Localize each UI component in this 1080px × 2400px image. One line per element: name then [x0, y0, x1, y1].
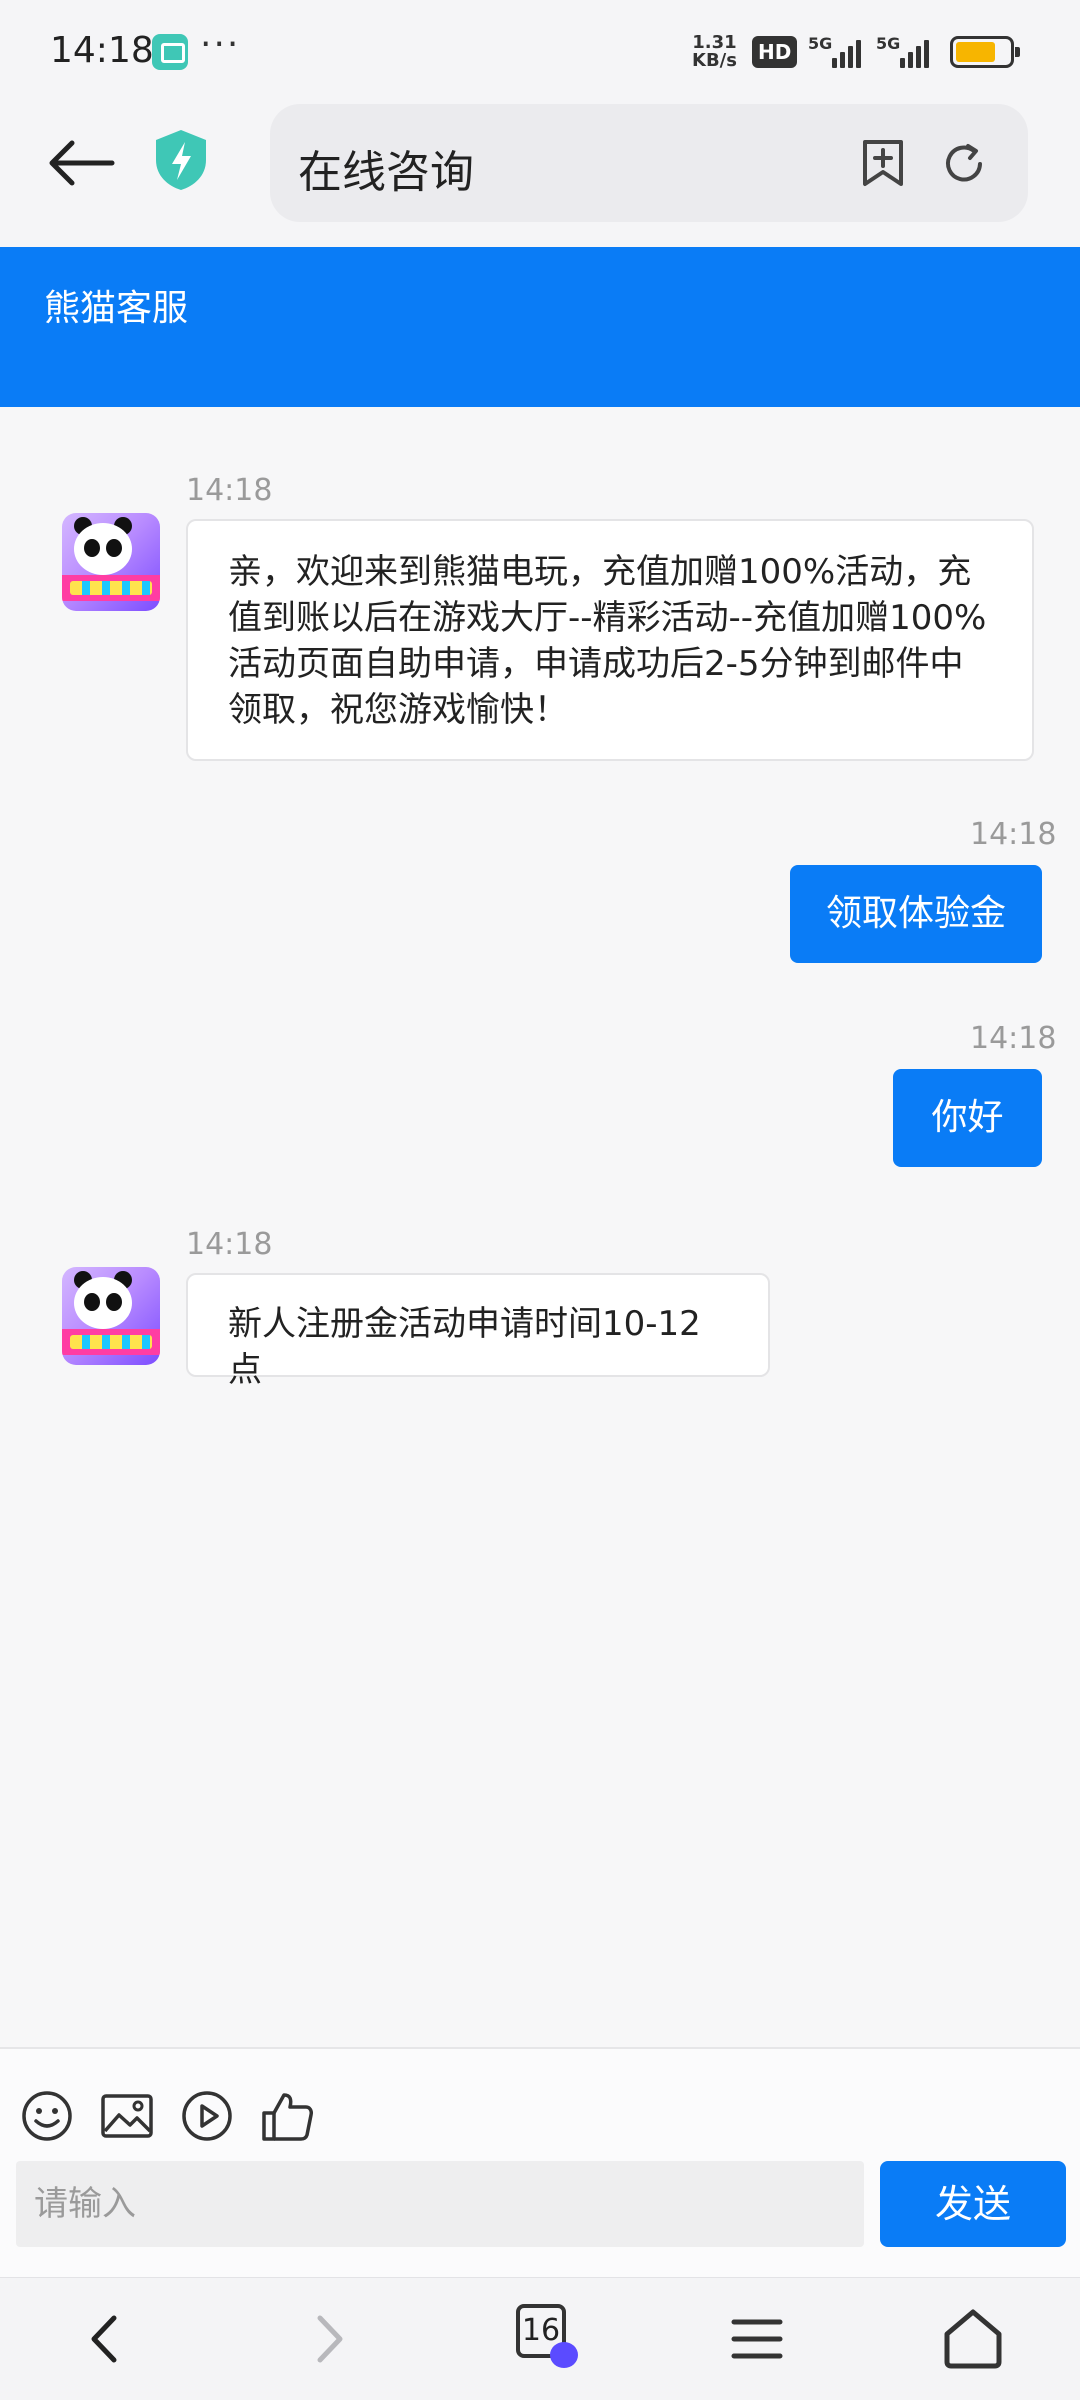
nav-forward-icon[interactable] [292, 2304, 362, 2374]
page-title[interactable]: 在线咨询 [298, 136, 474, 200]
message-input[interactable] [16, 2161, 864, 2247]
chat-message-list[interactable]: 14:18 亲，欢迎来到熊猫电玩，充值加赠100%活动，充值到账以后在游戏大厅-… [0, 407, 1080, 2047]
back-arrow-icon[interactable] [46, 138, 116, 188]
agent-avatar [62, 513, 160, 611]
message-timestamp: 14:18 [186, 473, 273, 508]
agent-message-bubble: 新人注册金活动申请时间10-12点 [186, 1273, 770, 1390]
agent-message-bubble: 亲，欢迎来到熊猫电玩，充值加赠100%活动，充值到账以后在游戏大厅--精彩活动-… [186, 519, 1034, 761]
browser-nav-bar: 16 [0, 2277, 1080, 2400]
battery-fill [956, 42, 995, 62]
menu-icon[interactable] [722, 2304, 792, 2374]
image-icon[interactable] [100, 2089, 154, 2143]
video-icon[interactable] [180, 2089, 234, 2143]
address-bar[interactable]: 在线咨询 [270, 104, 1028, 222]
message-timestamp: 14:18 [970, 817, 1057, 852]
signal-2-label: 5G [876, 34, 901, 53]
security-shield-icon[interactable] [152, 128, 210, 192]
status-time: 14:18 [50, 30, 154, 71]
bookmark-add-icon[interactable] [860, 138, 906, 188]
signal-1-label: 5G [808, 34, 833, 53]
nav-back-icon[interactable] [72, 2304, 142, 2374]
user-message-bubble: 领取体验金 [790, 865, 1042, 963]
app-notification-icon [152, 34, 188, 70]
network-speed-unit: KB/s [692, 50, 737, 71]
home-icon[interactable] [938, 2304, 1008, 2374]
hd-badge: HD [752, 36, 798, 68]
battery-icon [950, 36, 1020, 68]
incognito-badge-icon [550, 2342, 578, 2368]
signal-2-icon: 5G [876, 34, 938, 68]
network-speed: 1.31 KB/s [692, 34, 737, 70]
agent-avatar [62, 1267, 160, 1365]
message-timestamp: 14:18 [970, 1021, 1057, 1056]
chat-header-title: 熊猫客服 [44, 288, 189, 329]
more-notifications: ··· [200, 24, 241, 65]
status-bar: 14:18 ··· 1.31 KB/s HD 5G 5G [0, 0, 1080, 100]
message-timestamp: 14:18 [186, 1227, 273, 1262]
user-message-bubble: 你好 [893, 1069, 1042, 1167]
emoji-icon[interactable] [20, 2089, 74, 2143]
thumbs-up-icon[interactable] [260, 2089, 314, 2143]
chat-header: 熊猫客服 [0, 247, 1080, 407]
composer: 发送 [0, 2047, 1080, 2277]
reload-icon[interactable] [940, 140, 988, 188]
browser-toolbar: 在线咨询 [0, 100, 1080, 247]
signal-1-icon: 5G [808, 34, 868, 68]
send-button[interactable]: 发送 [880, 2161, 1066, 2247]
